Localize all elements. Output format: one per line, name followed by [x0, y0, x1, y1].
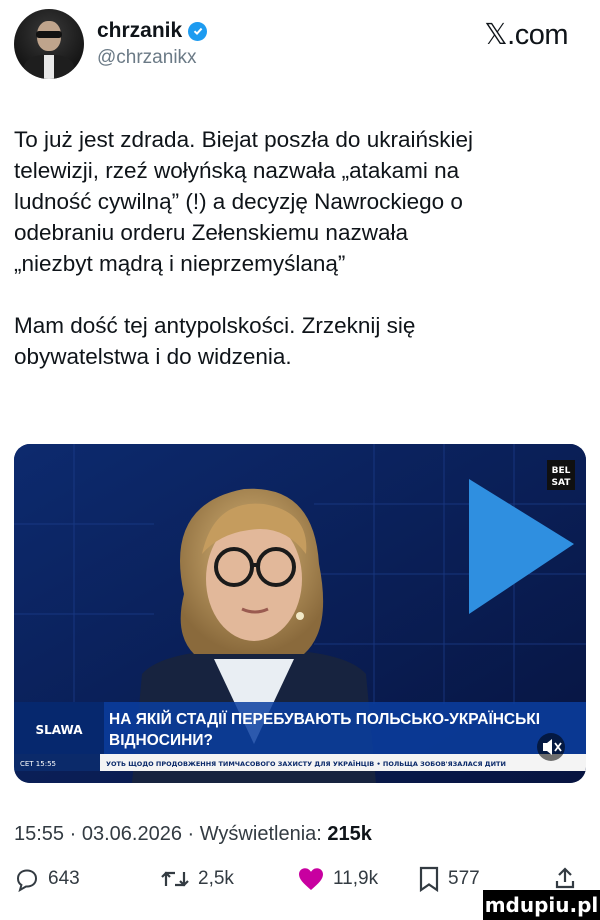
tweet-date[interactable]: 03.06.2026	[82, 823, 182, 845]
share-button[interactable]	[553, 866, 577, 890]
share-icon	[555, 867, 575, 889]
meta-separator: ·	[187, 823, 200, 845]
like-button[interactable]: 11,9k	[297, 866, 378, 892]
repost-icon	[161, 871, 189, 887]
avatar-shirt	[44, 55, 54, 79]
meta-separator: ·	[69, 823, 82, 845]
repost-count: 2,5k	[198, 868, 234, 889]
reply-button[interactable]: 643	[14, 866, 80, 892]
video-headline-2: ВІДНОСИНИ?	[109, 732, 213, 749]
tweet-time[interactable]: 15:55	[14, 823, 64, 845]
reply-count: 643	[48, 868, 80, 889]
tweet-paragraph-1: To już jest zdrada. Biejat poszła do ukr…	[14, 127, 473, 276]
verified-badge-icon	[188, 21, 208, 41]
ticker-text: УОТЬ ЩОДО ПРОДОВЖЕННЯ ТИМЧАСОВОГО ЗАХИСТ…	[106, 759, 506, 768]
bookmark-count: 577	[448, 868, 480, 889]
tweet-text: To już jest zdrada. Biejat poszła do ukr…	[14, 124, 590, 372]
watermark: mdupiu.pl	[483, 890, 600, 920]
views-count: 215k	[327, 823, 372, 845]
video-headline-1: НА ЯКІЙ СТАДІЇ ПЕРЕБУВАЮТЬ ПОЛЬСЬКО-УКРА…	[109, 710, 540, 728]
repost-button[interactable]: 2,5k	[160, 866, 234, 892]
ticker-time: CET 15:55	[20, 760, 56, 768]
reply-icon	[16, 869, 38, 892]
views-label: Wyświetlenia:	[199, 823, 322, 845]
heart-icon	[299, 868, 323, 890]
video-frame: BEL SAT SLAWA НА ЯКІЙ СТАДІЇ ПЕРЕБУВАЮТЬ…	[14, 444, 586, 783]
avatar-sunglasses	[36, 31, 62, 38]
author-name-row[interactable]: chrzanik	[97, 19, 208, 43]
author-name[interactable]: chrzanik	[97, 19, 182, 43]
tweet-media-video[interactable]: BEL SAT SLAWA НА ЯКІЙ СТАДІЇ ПЕРЕБУВАЮТЬ…	[14, 444, 586, 783]
bookmark-icon	[419, 866, 439, 892]
tweet-meta: 15:55 · 03.06.2026 · Wyświetlenia: 215k	[14, 823, 372, 846]
author-avatar[interactable]	[14, 9, 84, 79]
channel-badge-bottom: SAT	[552, 478, 572, 488]
author-handle[interactable]: @chrzanikx	[97, 47, 197, 69]
channel-badge-top: BEL	[552, 466, 571, 476]
like-count: 11,9k	[333, 868, 379, 889]
channel-logo: SLAWA	[35, 723, 83, 737]
tweet-paragraph-2: Mam dość tej antypolskości. Zrzeknij się…	[14, 313, 416, 369]
mute-icon[interactable]	[537, 733, 565, 761]
bookmark-button[interactable]: 577	[418, 866, 480, 892]
x-logo: 𝕏.com	[484, 19, 568, 51]
